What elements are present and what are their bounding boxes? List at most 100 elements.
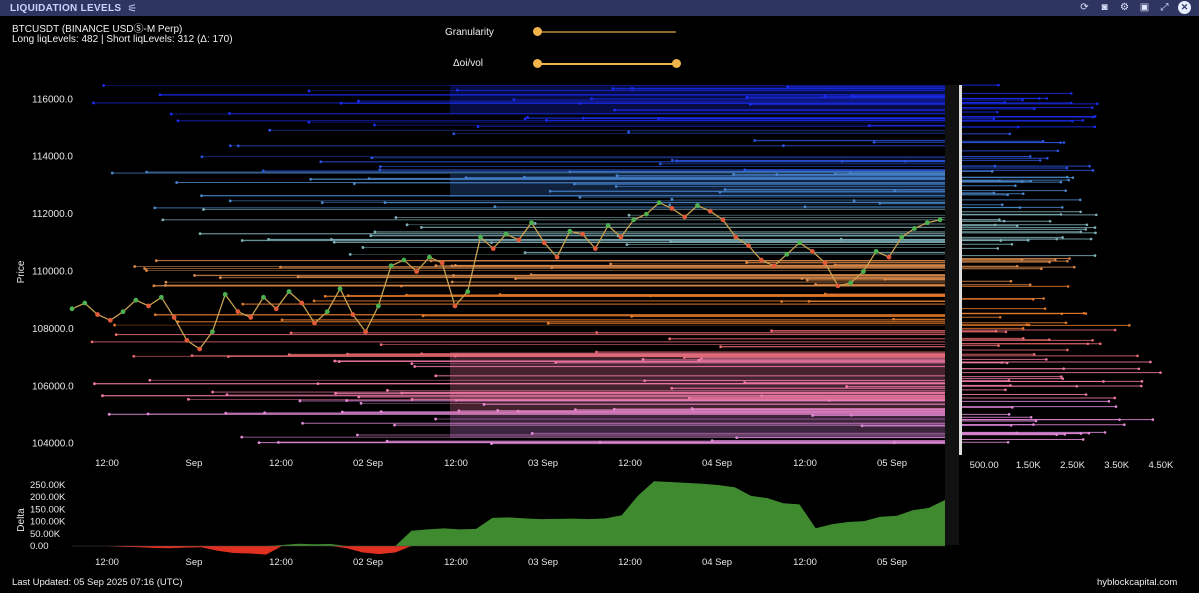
liquidation-level-start-dot bbox=[268, 128, 272, 132]
liquidation-level-start-dot bbox=[348, 252, 352, 256]
distribution-x-tick: 4.50K bbox=[1148, 460, 1173, 471]
liquidation-level-start-dot bbox=[164, 280, 168, 284]
liquidation-level-start-dot bbox=[421, 314, 425, 318]
liquidation-level-start-dot bbox=[627, 213, 631, 217]
liquidation-level-start-dot bbox=[625, 243, 629, 247]
price-point bbox=[554, 254, 560, 260]
liquidation-level-start-dot bbox=[800, 277, 804, 280]
price-x-tick: 02 Sep bbox=[353, 458, 383, 469]
distribution-end-dot bbox=[1114, 405, 1118, 408]
distribution-end-dot bbox=[1021, 327, 1025, 330]
price-point bbox=[592, 246, 598, 251]
price-point bbox=[273, 306, 279, 312]
distribution-end-dot bbox=[1008, 132, 1012, 136]
distribution-end-dot bbox=[1079, 230, 1083, 234]
distribution-end-dot bbox=[1043, 307, 1047, 310]
price-point bbox=[439, 260, 445, 266]
price-point bbox=[324, 309, 330, 315]
liquidation-level-start-dot bbox=[148, 378, 152, 382]
liquidation-level-start-dot bbox=[367, 177, 371, 181]
price-y-tick: 114000.0 bbox=[32, 152, 73, 163]
liquidation-level-start-dot bbox=[429, 259, 433, 263]
liquidation-level-start-dot bbox=[378, 165, 382, 168]
liquidation-level-start-dot bbox=[301, 421, 304, 425]
liquidation-band bbox=[450, 173, 945, 197]
liquidation-level-start-dot bbox=[872, 140, 876, 144]
distribution-end-dot bbox=[1113, 328, 1117, 332]
distribution-end-dot bbox=[1084, 312, 1088, 315]
distribution-end-dot bbox=[1045, 358, 1048, 361]
price-point bbox=[656, 200, 662, 206]
liquidation-level-start-dot bbox=[240, 435, 244, 439]
distribution-axis-bar bbox=[959, 85, 962, 455]
liquidation-level-start-dot bbox=[770, 329, 773, 333]
liquidation-levels-layer bbox=[90, 84, 945, 446]
liquidation-level-start-dot bbox=[90, 340, 94, 344]
liquidation-level-start-dot bbox=[161, 218, 165, 222]
liquidation-level-start-dot bbox=[175, 181, 179, 184]
liquidation-level-start-dot bbox=[102, 84, 106, 87]
price-point bbox=[133, 297, 139, 303]
delta-negative-area bbox=[72, 546, 945, 555]
price-point bbox=[478, 234, 483, 240]
price-x-tick: 12:00 bbox=[95, 458, 119, 469]
distribution-end-dot bbox=[1136, 354, 1139, 358]
liquidation-level-start-dot bbox=[202, 208, 205, 211]
liquidation-level-start-dot bbox=[668, 203, 672, 207]
price-point bbox=[197, 346, 203, 352]
price-point bbox=[363, 329, 368, 335]
liquidation-level-start-dot bbox=[332, 240, 336, 244]
price-x-tick: 12:00 bbox=[444, 458, 468, 469]
distribution-end-dot bbox=[1029, 415, 1033, 419]
distribution-end-dot bbox=[1042, 297, 1045, 300]
liquidation-level-start-dot bbox=[892, 317, 895, 321]
price-point bbox=[516, 237, 522, 243]
distribution-end-dot bbox=[1093, 226, 1097, 229]
liquidation-level-start-dot bbox=[211, 390, 215, 394]
liquidation-level-start-dot bbox=[198, 232, 202, 236]
liquidation-level-start-dot bbox=[410, 362, 414, 365]
price-point bbox=[414, 269, 420, 274]
liquidation-level-start-dot bbox=[668, 337, 672, 341]
liquidation-level-start-dot bbox=[369, 234, 373, 238]
liquidation-level-start-dot bbox=[312, 299, 316, 303]
price-y-tick: 112000.0 bbox=[32, 209, 73, 220]
liquidation-level-start-dot bbox=[533, 221, 537, 225]
liquidation-level-start-dot bbox=[145, 269, 148, 272]
liquidation-level-start-dot bbox=[236, 144, 240, 148]
liquidation-level-start-dot bbox=[333, 359, 337, 363]
delta-x-tick: 12:00 bbox=[618, 557, 642, 568]
price-point bbox=[401, 257, 407, 263]
distribution-end-dot bbox=[1064, 189, 1067, 192]
distribution-end-dot bbox=[1094, 213, 1098, 217]
distribution-end-dot bbox=[1046, 156, 1049, 160]
liquidation-level-start-dot bbox=[224, 411, 228, 415]
brand-link[interactable]: hyblockcapital.com bbox=[1097, 577, 1177, 588]
distribution-end-dot bbox=[998, 315, 1002, 319]
liquidation-level-start-dot bbox=[627, 130, 631, 134]
liquidation-level-start-dot bbox=[379, 343, 383, 347]
delta-x-tick: 02 Sep bbox=[353, 557, 383, 568]
liquidation-level-start-dot bbox=[153, 313, 157, 317]
liquidation-level-start-dot bbox=[133, 265, 137, 268]
delta-x-tick: 12:00 bbox=[444, 557, 468, 568]
price-point bbox=[758, 257, 764, 263]
liquidation-level-start-dot bbox=[346, 352, 349, 356]
liquidation-level-start-dot bbox=[413, 365, 417, 368]
distribution-end-dot bbox=[1032, 353, 1036, 356]
distribution-end-dot bbox=[1085, 223, 1089, 227]
distribution-x-tick: 1.50K bbox=[1016, 460, 1041, 471]
price-point bbox=[784, 251, 790, 257]
distribution-end-dot bbox=[1032, 423, 1035, 426]
delta-area-layer: 250.00K200.00K150.00K 100.00K50.00K0.00 12… bbox=[30, 480, 945, 568]
distribution-end-dot bbox=[1006, 440, 1010, 444]
distribution-end-dot bbox=[1159, 371, 1162, 374]
delta-x-tick: Sep bbox=[186, 557, 203, 568]
liquidation-level-start-dot bbox=[523, 251, 527, 255]
distribution-end-dot bbox=[1093, 254, 1097, 257]
price-point bbox=[746, 243, 751, 249]
price-point bbox=[861, 269, 866, 274]
distribution-end-dot bbox=[998, 218, 1001, 221]
distribution-end-dot bbox=[1139, 384, 1143, 388]
price-point bbox=[222, 292, 228, 297]
